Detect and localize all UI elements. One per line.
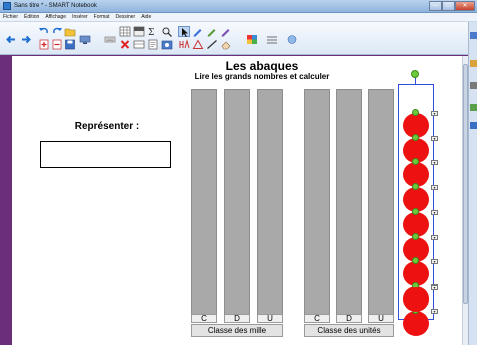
properties-tab-icon[interactable] [470,104,477,111]
notebook-page[interactable]: Les abaques Lire les grands nombres et c… [12,56,462,345]
delete-icon[interactable] [119,39,131,50]
add-page-icon[interactable] [38,39,50,50]
column-label: U [368,314,394,323]
bead-menu-icon[interactable]: ▾ [431,160,438,166]
magic-pen-icon[interactable] [178,39,190,50]
close-button[interactable]: ✕ [455,1,475,11]
colors-icon[interactable] [246,34,258,45]
redo-icon[interactable] [51,26,63,37]
bead-rotation-handle[interactable] [412,232,419,240]
keyboard-icon[interactable] [104,34,116,45]
pen-icon[interactable] [192,26,204,37]
class-label-units: Classe des unités [304,324,394,337]
menu-edition[interactable]: Édition [24,13,39,21]
abacus-rod-units-u[interactable] [368,89,394,321]
column-label: D [336,314,362,323]
gallery-tab-icon[interactable] [470,60,477,67]
menu-aide[interactable]: Aide [141,13,151,21]
open-file-icon[interactable] [64,26,76,37]
side-tab-bar [468,22,477,345]
page-subtitle: Lire les grands nombres et calculer [194,72,330,81]
bead-rotation-handle[interactable] [412,207,419,215]
column-label: C [304,314,330,323]
scrollbar-thumb[interactable] [463,64,468,304]
back-arrow-icon[interactable] [5,34,17,45]
camera-icon[interactable] [161,39,173,50]
menu-inserer[interactable]: Insérer [72,13,88,21]
bead-menu-icon[interactable]: ▾ [431,308,438,314]
page-sorter-tab-icon[interactable] [470,32,477,39]
transparency-icon[interactable] [286,34,298,45]
bead-rotation-handle[interactable] [412,133,419,141]
shape-icon[interactable] [192,39,204,50]
table-icon[interactable] [119,26,131,37]
abacus-rod-thousands-u[interactable] [257,89,283,321]
menu-format[interactable]: Format [94,13,110,21]
window-controls: — □ ✕ [429,1,475,11]
bead-menu-icon[interactable]: ▾ [431,185,438,191]
bead-menu-icon[interactable]: ▾ [431,234,438,240]
forward-arrow-icon[interactable] [20,34,32,45]
addons-tab-icon[interactable] [470,122,477,129]
represent-label: Représenter : [74,121,140,132]
title-bar: Sans titre * - SMART Notebook — □ ✕ [0,0,477,13]
svg-text:Σ: Σ [148,28,154,37]
abacus-bead[interactable] [403,287,429,312]
bead-menu-icon[interactable]: ▾ [431,111,438,116]
bead-menu-icon[interactable]: ▾ [431,285,438,290]
rotation-handle[interactable] [411,70,419,78]
save-icon[interactable] [64,39,76,50]
formula-icon[interactable]: Σ [147,26,159,37]
page-title: Les abaques [225,59,299,73]
undo-icon[interactable] [38,26,50,37]
bead-menu-icon[interactable]: ▾ [431,259,438,265]
abacus-rod-units-c[interactable] [304,89,330,321]
eraser-icon[interactable] [220,39,232,50]
highlighter-icon[interactable] [206,26,218,37]
vertical-scrollbar[interactable] [462,56,468,345]
abacus-rod-thousands-d[interactable] [224,89,250,321]
line-style-icon[interactable] [266,34,278,45]
select-icon[interactable] [178,26,190,37]
class-label-thousands: Classe des mille [191,324,283,337]
bead-rotation-handle[interactable] [412,109,419,116]
menu-affichage[interactable]: Affichage [45,13,66,21]
smart-notebook-app-icon [3,2,11,10]
menu-dessiner[interactable]: Dessiner [115,13,135,21]
column-label: U [257,314,283,323]
answer-box[interactable] [40,141,171,168]
creative-pen-icon[interactable] [220,26,232,37]
line-icon[interactable] [206,39,218,50]
minimize-button[interactable]: — [429,1,442,11]
screen-icon[interactable] [79,34,91,45]
column-label: C [191,314,217,323]
menu-fichier[interactable]: Fichier [3,13,18,21]
bead-menu-icon[interactable]: ▾ [431,209,438,215]
menu-bar: Fichier Édition Affichage Insérer Format… [0,13,477,22]
maximize-button[interactable]: □ [442,1,455,11]
attachments-tab-icon[interactable] [470,82,477,89]
toolbar: Σ [0,22,477,55]
abacus-rod-thousands-c[interactable] [191,89,217,321]
abacus-rod-units-d[interactable] [336,89,362,321]
delete-page-icon[interactable] [51,39,63,50]
shade-icon[interactable] [133,26,145,37]
capture-icon[interactable] [133,39,145,50]
window-title: Sans titre * - SMART Notebook [14,3,97,9]
abacus-bead[interactable] [403,310,429,336]
column-label: D [224,314,250,323]
magnifier-icon[interactable] [161,26,173,37]
bead-menu-icon[interactable]: ▾ [431,135,438,141]
document-icon[interactable] [147,39,159,50]
